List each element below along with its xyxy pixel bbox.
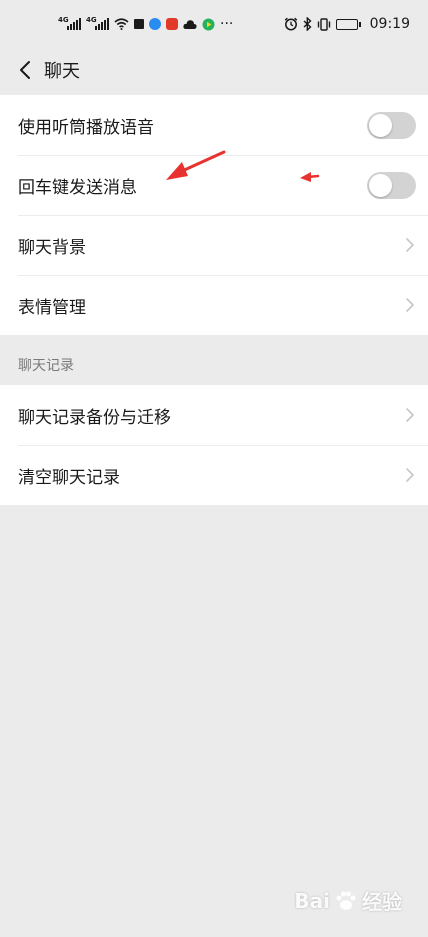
battery-icon <box>335 18 361 30</box>
chevron-right-icon <box>406 408 414 422</box>
watermark-text: Bai <box>294 888 330 913</box>
section-header-chat-history: 聊天记录 <box>18 358 74 374</box>
chevron-right-icon <box>406 298 414 312</box>
page-title: 聊天 <box>44 61 80 82</box>
setting-emoji-management[interactable]: 表情管理 <box>0 275 428 335</box>
chevron-right-icon <box>406 238 414 252</box>
app-icon <box>149 18 161 30</box>
app-icon <box>166 18 178 30</box>
toggle-knob <box>369 113 392 137</box>
watermark-text-2: 经验 <box>362 890 402 914</box>
setting-chat-background[interactable]: 聊天背景 <box>0 215 428 275</box>
setting-clear-history[interactable]: 清空聊天记录 <box>0 445 428 505</box>
setting-label: 聊天背景 <box>18 237 86 258</box>
signal-icon: 4G <box>86 16 109 30</box>
setting-enter-send[interactable]: 回车键发送消息 <box>0 155 428 215</box>
nav-bar: 聊天 <box>0 48 428 92</box>
setting-label: 回车键发送消息 <box>18 177 137 198</box>
paw-icon <box>336 891 356 910</box>
settings-group: 使用听筒播放语音 回车键发送消息 聊天背景 表情管理 <box>0 95 428 335</box>
status-time: 09:19 <box>369 16 410 32</box>
status-bar: 4G 4G ··· 09:19 <box>0 0 428 48</box>
status-right: 09:19 <box>284 16 410 32</box>
back-button[interactable] <box>14 59 36 81</box>
wifi-icon <box>114 18 129 30</box>
chevron-left-icon <box>20 61 30 79</box>
setting-backup-migrate[interactable]: 聊天记录备份与迁移 <box>0 385 428 445</box>
enter-send-toggle[interactable] <box>367 171 416 199</box>
vibrate-icon <box>317 17 330 31</box>
setting-label: 表情管理 <box>18 297 86 318</box>
square-icon <box>134 19 144 29</box>
status-left: 4G 4G ··· <box>58 16 233 32</box>
more-icon: ··· <box>220 16 234 32</box>
setting-label: 清空聊天记录 <box>18 467 120 488</box>
setting-label: 聊天记录备份与迁移 <box>18 407 171 428</box>
setting-label: 使用听筒播放语音 <box>18 117 154 138</box>
history-group: 聊天记录备份与迁移 清空聊天记录 <box>0 385 428 505</box>
watermark: Bai 经验 <box>294 886 402 915</box>
setting-earpiece-voice[interactable]: 使用听筒播放语音 <box>0 95 428 155</box>
alarm-icon <box>284 17 297 31</box>
toggle-knob <box>369 173 392 197</box>
earpiece-toggle[interactable] <box>367 111 416 139</box>
signal-icon: 4G <box>58 16 81 30</box>
play-icon <box>202 18 215 30</box>
bluetooth-icon <box>303 17 312 31</box>
chevron-right-icon <box>406 468 414 482</box>
cloud-icon <box>183 19 197 29</box>
